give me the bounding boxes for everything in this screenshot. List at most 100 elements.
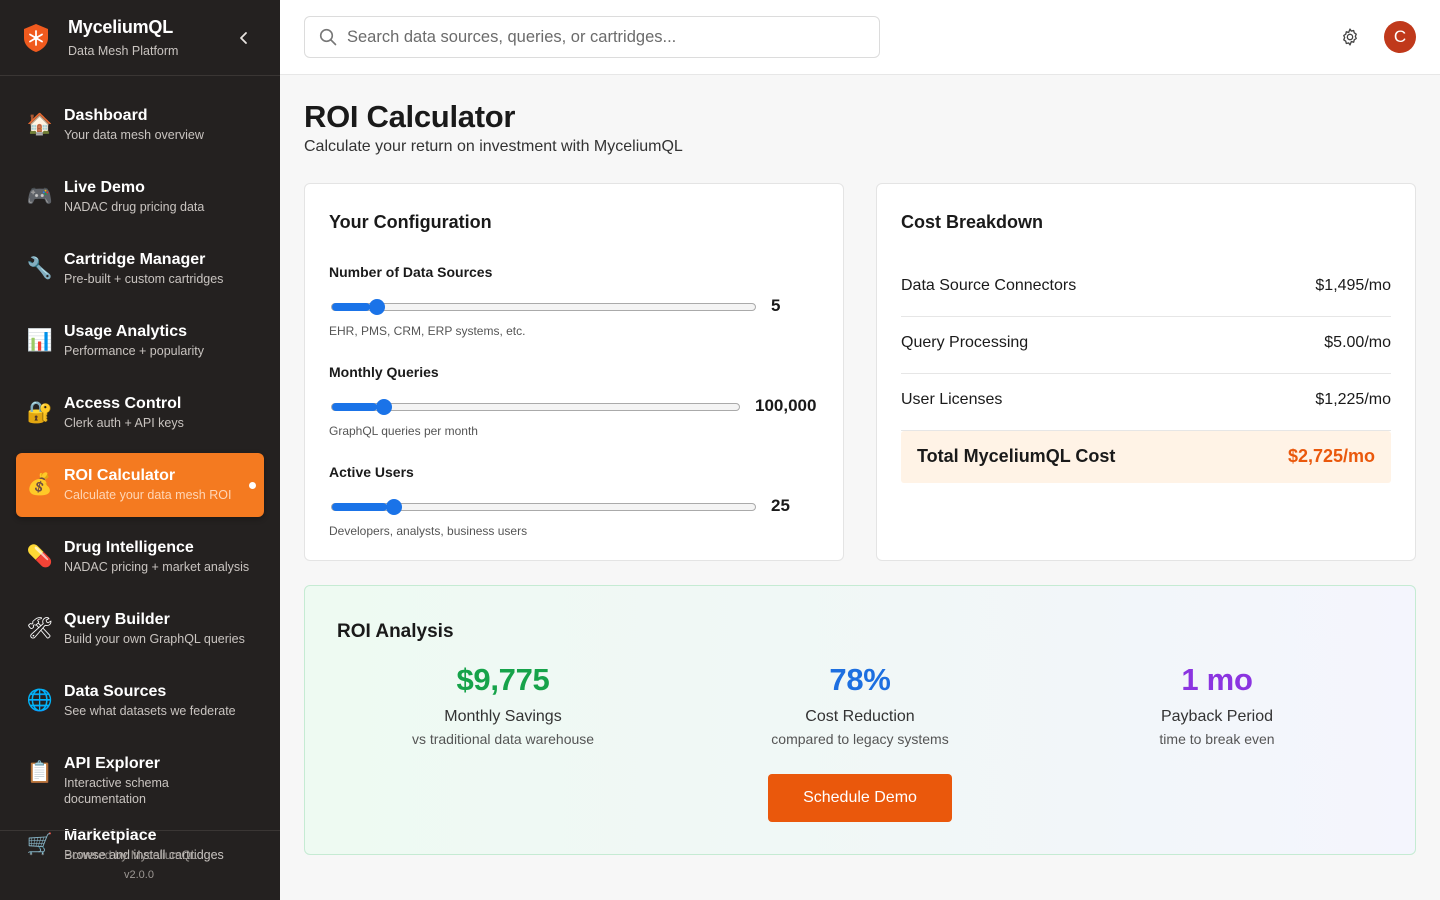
- total-cost-row: Total MyceliumQL Cost $2,725/mo: [901, 431, 1391, 483]
- monthly-queries-slider[interactable]: [331, 403, 740, 411]
- settings-button[interactable]: [1340, 27, 1360, 47]
- sidebar-item-subtitle: Build your own GraphQL queries: [64, 632, 245, 646]
- sidebar-item-title: Access Control: [64, 395, 182, 412]
- money-bag-icon: 💰: [26, 472, 54, 496]
- sidebar-item-subtitle: NADAC pricing + market analysis: [64, 560, 250, 574]
- cost-value: $1,225/mo: [1315, 391, 1391, 408]
- slider-fill: [332, 503, 387, 511]
- sidebar-item-title: Drug Intelligence: [64, 539, 194, 556]
- sidebar-item-subtitle: Clerk auth + API keys: [64, 416, 184, 430]
- search-icon: [319, 28, 337, 46]
- metric-cost-reduction: 78% Cost Reduction compared to legacy syst…: [695, 662, 1025, 747]
- slider-label: Active Users: [329, 464, 414, 480]
- sidebar-item-query-builder[interactable]: 🛠 Query Builder Build your own GraphQL que…: [16, 597, 264, 661]
- slider-hint: GraphQL queries per month: [329, 424, 478, 438]
- slider-value: 5: [771, 296, 781, 315]
- sidebar: MyceliumQL Data Mesh Platform 🏠 Dashboard…: [0, 0, 280, 900]
- sidebar-item-roi-calculator[interactable]: 💰 ROI Calculator Calculate your data mesh …: [16, 453, 264, 517]
- cost-value: $5.00/mo: [1324, 334, 1391, 351]
- sidebar-item-subtitle: Pre-built + custom cartridges: [64, 272, 224, 286]
- pill-icon: 💊: [26, 544, 54, 568]
- slider-value: 100,000: [755, 396, 817, 415]
- slider-fill: [332, 303, 370, 311]
- slider-row: 5: [329, 293, 829, 317]
- user-avatar[interactable]: C: [1384, 21, 1416, 53]
- sidebar-item-subtitle: Performance + popularity: [64, 344, 205, 358]
- cost-label: User Licenses: [901, 391, 1003, 408]
- cost-row: Query Processing $5.00/mo: [901, 317, 1391, 374]
- gamepad-icon: 🎮: [26, 184, 54, 208]
- sidebar-item-cartridge-manager[interactable]: 🔧 Cartridge Manager Pre-built + custom car…: [16, 237, 264, 301]
- sidebar-item-title: Dashboard: [64, 107, 148, 124]
- house-icon: 🏠: [26, 112, 54, 136]
- slider-row: 100,000: [329, 393, 829, 417]
- slider-hint: Developers, analysts, business users: [329, 524, 528, 538]
- cost-breakdown-card: Cost Breakdown Data Source Connectors $1,…: [876, 183, 1416, 561]
- sidebar-item-data-sources[interactable]: 🌐 Data Sources See what datasets we federa…: [16, 669, 264, 733]
- sidebar-item-subtitle: NADAC drug pricing data: [64, 200, 205, 214]
- metric-payback-period: 1 mo Payback Period time to break even: [1052, 662, 1382, 747]
- sidebar-item-usage-analytics[interactable]: 📊 Usage Analytics Performance + popularity: [16, 309, 264, 373]
- brand-subtitle: Data Mesh Platform: [68, 44, 179, 58]
- sidebar-item-subtitle: Your data mesh overview: [64, 128, 204, 142]
- sidebar-item-live-demo[interactable]: 🎮 Live Demo NADAC drug pricing data: [16, 165, 264, 229]
- schedule-demo-button[interactable]: Schedule Demo: [768, 774, 952, 822]
- slider-group-active-users: Active Users 25 Developers, analysts, busi…: [329, 464, 829, 538]
- total-cost-value: $2,725/mo: [1287, 446, 1375, 466]
- wrench-icon: 🔧: [26, 256, 54, 280]
- footer-powered-by: Powered by MyceliumQL: [64, 848, 198, 862]
- sidebar-item-title: Data Sources: [64, 683, 167, 700]
- sidebar-item-title: Usage Analytics: [64, 323, 188, 340]
- metric-label: Payback Period: [1160, 708, 1274, 725]
- metric-label: Cost Reduction: [805, 708, 915, 725]
- chevron-left-icon: [240, 32, 247, 44]
- sidebar-item-title: Live Demo: [64, 179, 145, 196]
- gear-icon: [1343, 28, 1357, 46]
- sidebar-item-title: Cartridge Manager: [64, 251, 206, 268]
- roi-analysis-card: ROI Analysis $9,775 Monthly Savings vs tra…: [304, 585, 1416, 855]
- slider-hint: EHR, PMS, CRM, ERP systems, etc.: [329, 324, 526, 338]
- slider-group-number-of-data-sources: Number of Data Sources 5 EHR, PMS, CRM, ER…: [329, 264, 829, 338]
- configuration-card: Your Configuration Number of Data Source…: [304, 183, 844, 561]
- sidebar-item-subtitle: Calculate your data mesh ROI: [64, 488, 232, 502]
- sidebar-item-dashboard[interactable]: 🏠 Dashboard Your data mesh overview: [16, 93, 264, 157]
- sidebar-item-access-control[interactable]: 🔐 Access Control Clerk auth + API keys: [16, 381, 264, 445]
- metric-value: $9,775: [456, 662, 550, 697]
- slider-label: Number of Data Sources: [329, 264, 493, 280]
- sidebar-item-title: ROI Calculator: [64, 467, 176, 484]
- mycelium-logo-icon: [20, 22, 52, 54]
- number-of-data-sources-slider[interactable]: [331, 303, 756, 311]
- search-input[interactable]: [347, 27, 867, 47]
- active-indicator-dot: [249, 482, 256, 489]
- slider-value: 25: [771, 496, 790, 515]
- metric-label: Monthly Savings: [444, 708, 562, 725]
- sidebar-nav: 🏠 Dashboard Your data mesh overview 🎮 Live D…: [0, 76, 280, 877]
- clipboard-icon: 📋: [26, 760, 54, 784]
- metric-monthly-savings: $9,775 Monthly Savings vs traditional data…: [338, 662, 668, 747]
- cost-label: Data Source Connectors: [901, 277, 1077, 294]
- brand-header: MyceliumQL Data Mesh Platform: [0, 0, 280, 76]
- cost-label: Query Processing: [901, 334, 1029, 351]
- slider-thumb[interactable]: [369, 299, 385, 315]
- metric-value: 78%: [829, 662, 891, 697]
- slider-thumb[interactable]: [386, 499, 402, 515]
- slider-thumb[interactable]: [376, 399, 392, 415]
- bar-chart-icon: 📊: [26, 328, 54, 352]
- metric-value: 1 mo: [1181, 662, 1253, 697]
- sidebar-item-api-explorer[interactable]: 📋 API Explorer Interactive schema document…: [16, 741, 264, 806]
- sidebar-item-title: API Explorer: [63, 755, 160, 772]
- slider-row: 25: [329, 493, 829, 517]
- footer-version: v2.0.0: [124, 869, 154, 881]
- metric-subtitle: vs traditional data warehouse: [411, 731, 595, 747]
- collapse-sidebar-button[interactable]: [234, 28, 254, 48]
- configuration-title: Your Configuration: [329, 212, 492, 232]
- metric-subtitle: time to break even: [1159, 731, 1275, 747]
- slider-fill: [332, 403, 377, 411]
- sidebar-item-title: Query Builder: [64, 611, 170, 628]
- cost-breakdown-title: Cost Breakdown: [901, 212, 1044, 232]
- cost-row: User Licenses $1,225/mo: [901, 374, 1391, 431]
- globe-icon: 🌐: [26, 688, 54, 712]
- cost-value: $1,495/mo: [1315, 277, 1391, 294]
- cost-row: Data Source Connectors $1,495/mo: [901, 260, 1391, 317]
- sidebar-item-drug-intelligence[interactable]: 💊 Drug Intelligence NADAC pricing + market…: [16, 525, 264, 589]
